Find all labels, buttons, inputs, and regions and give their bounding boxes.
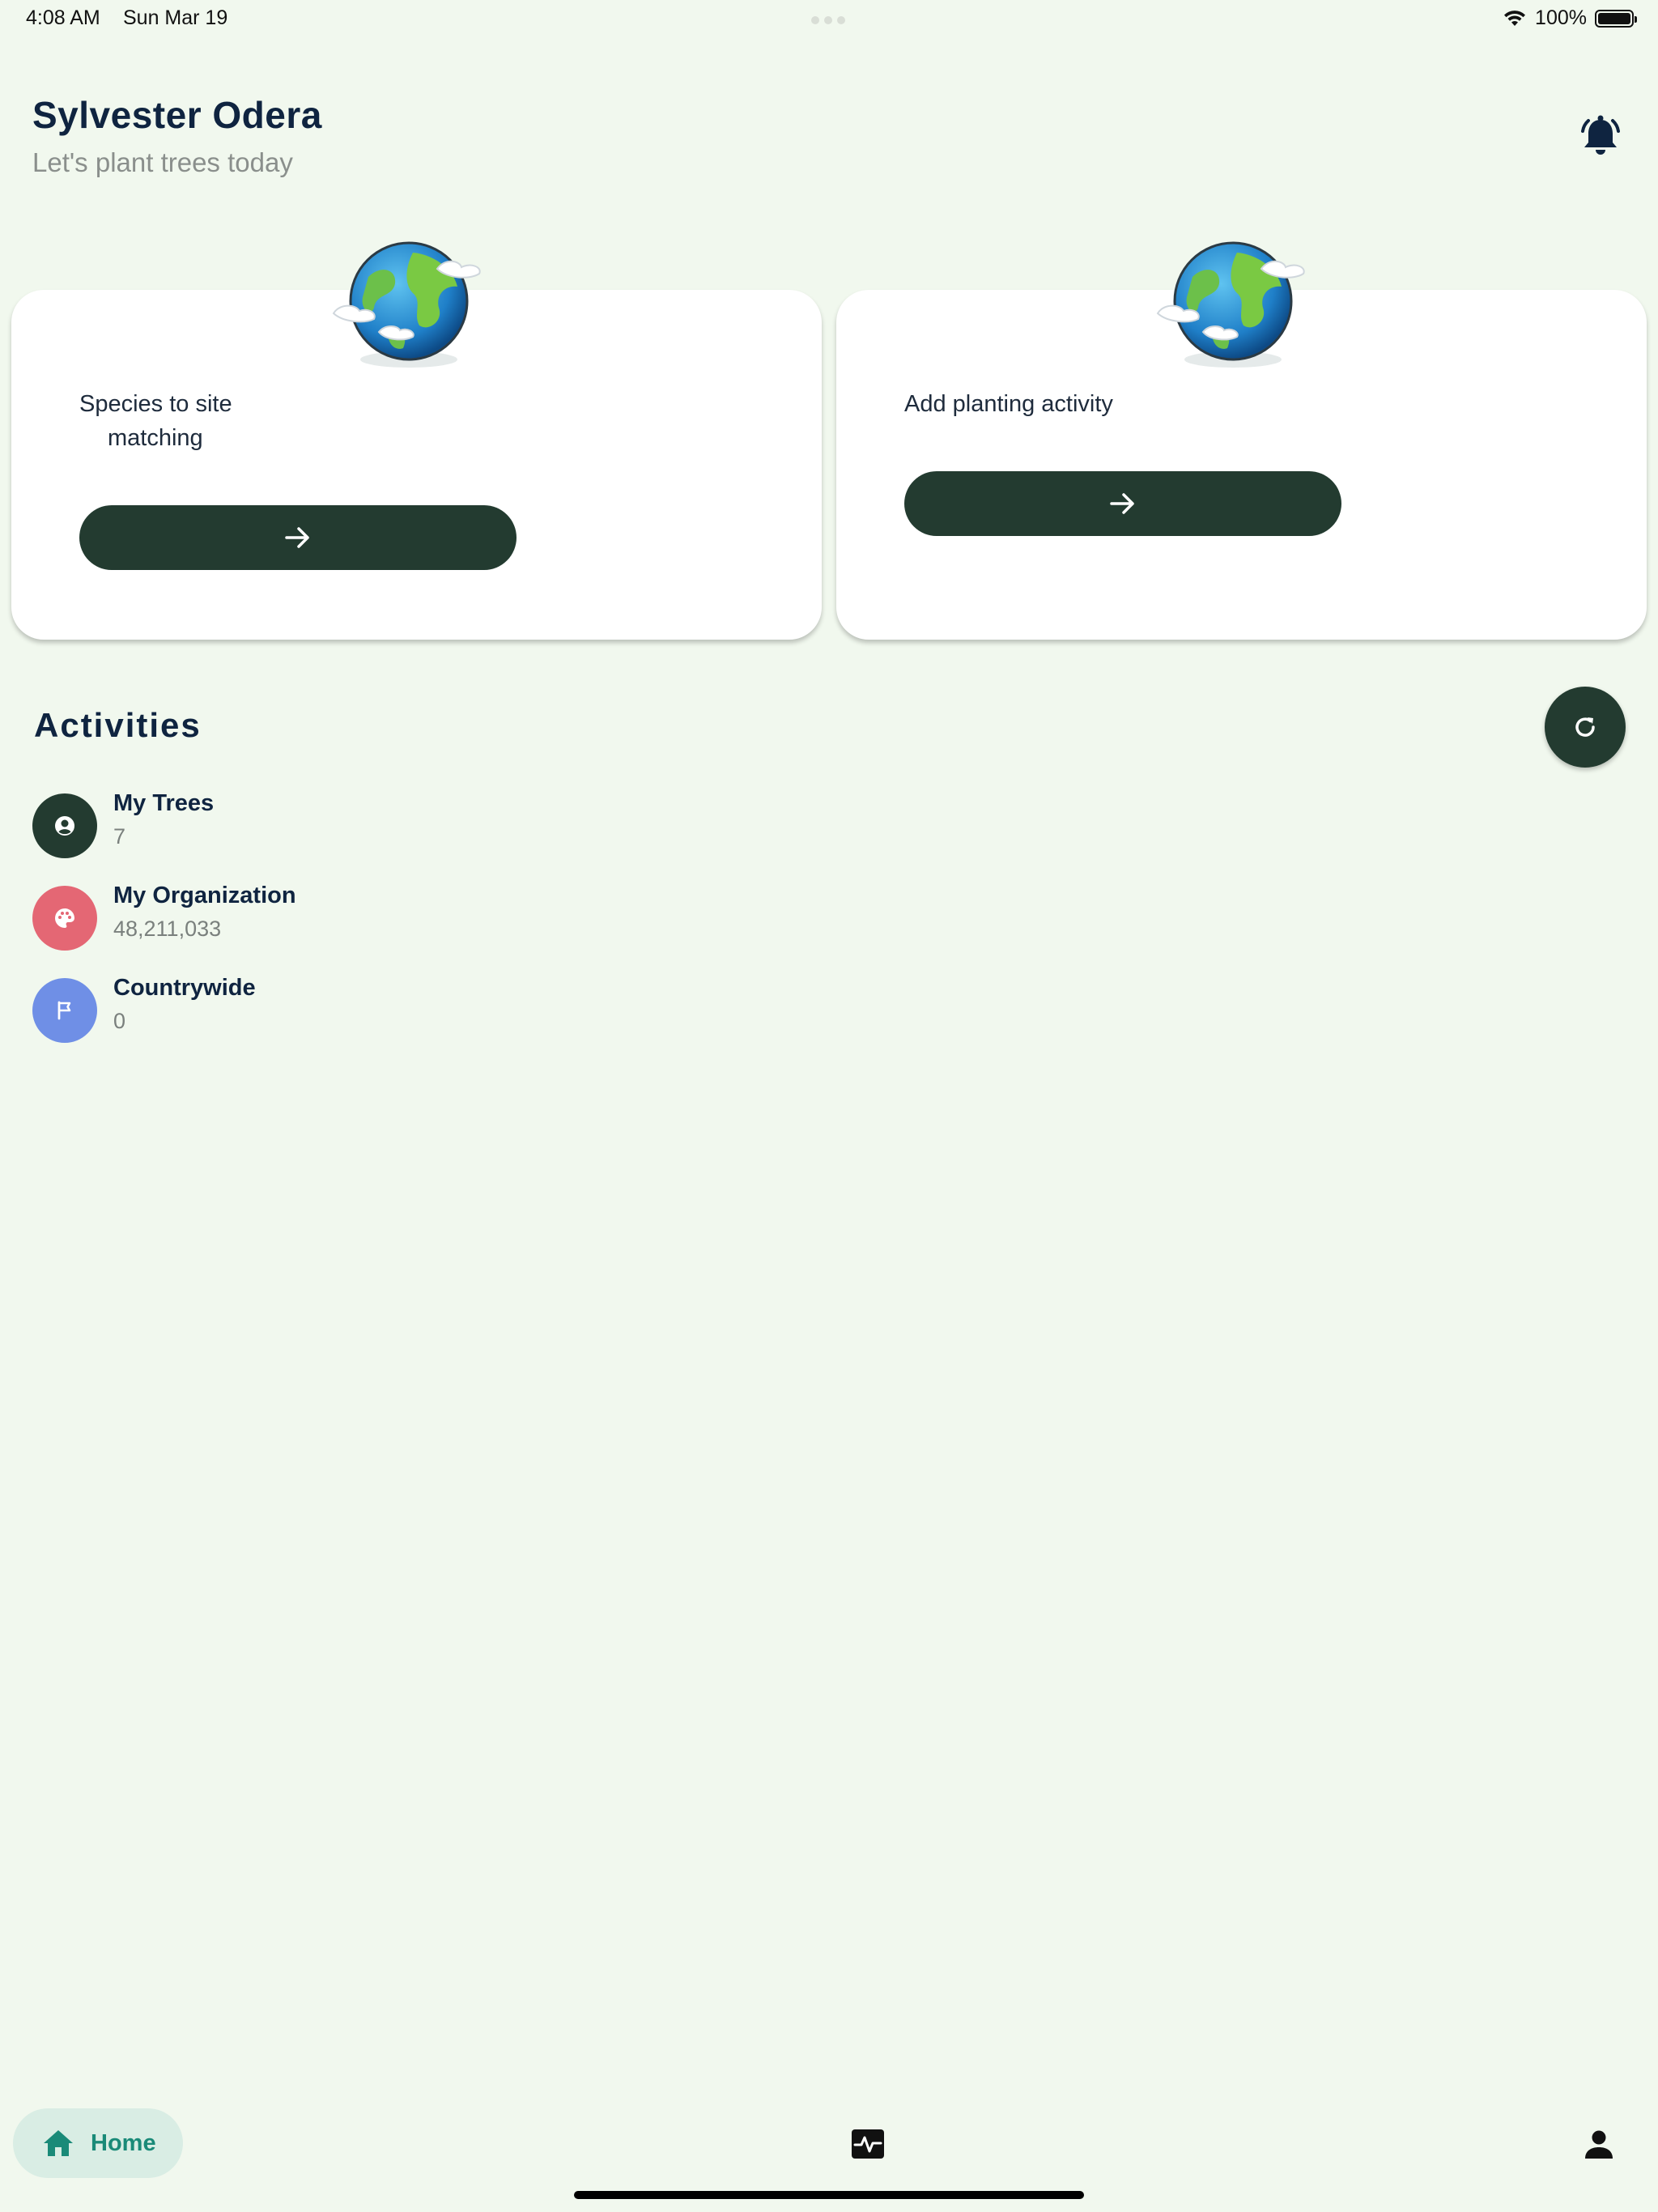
status-time: 4:08 AM [26, 6, 100, 29]
arrow-right-icon [1110, 493, 1134, 514]
battery-percent: 100% [1535, 6, 1587, 29]
activity-label: My Trees [113, 790, 215, 816]
home-icon [44, 2130, 73, 2156]
activity-icon-bg [32, 978, 97, 1043]
flag-icon [57, 1001, 71, 1020]
globe-icon [1156, 241, 1305, 368]
card-title-line2: matching [108, 425, 203, 451]
activities-heading: Activities [34, 706, 202, 744]
card-title-line1: Species to site [79, 391, 232, 417]
refresh-button[interactable] [1545, 687, 1626, 768]
arrow-right-icon [285, 527, 309, 548]
globe-icon [332, 241, 481, 368]
activity-value: 0 [113, 1009, 126, 1033]
card-title: Species to site matching [79, 387, 322, 455]
home-indicator[interactable] [574, 2191, 1084, 2199]
multitasking-dots[interactable] [811, 16, 845, 24]
activity-value: 7 [113, 824, 126, 849]
activity-value: 48,211,033 [113, 917, 222, 941]
greeting-subtitle: Let's plant trees today [32, 147, 293, 177]
activity-monitor-icon[interactable] [850, 2128, 886, 2160]
activity-label: Countrywide [113, 975, 256, 1001]
refresh-icon [1575, 717, 1595, 737]
bell-icon[interactable] [1575, 112, 1626, 162]
activity-label: My Organization [113, 883, 296, 908]
wifi-icon [1504, 10, 1526, 26]
home-screen: 4:08 AM Sun Mar 19 100% Sylvester Odera … [0, 0, 1658, 2212]
status-bar: 4:08 AM Sun Mar 19 100% [0, 0, 1658, 39]
activity-icon-bg [32, 886, 97, 951]
palette-icon [55, 908, 74, 928]
user-circle-icon [55, 816, 74, 836]
status-indicators: 100% [1503, 6, 1637, 30]
user-name: Sylvester Odera [32, 94, 322, 136]
nav-home-tab[interactable]: Home [13, 2108, 183, 2178]
species-matching-go-button[interactable] [79, 505, 517, 570]
activity-icon-bg [32, 793, 97, 858]
nav-home-label: Home [91, 2129, 156, 2156]
card-title: Add planting activity [904, 391, 1113, 417]
person-icon[interactable] [1584, 2129, 1614, 2160]
battery-icon [1595, 9, 1637, 28]
status-date: Sun Mar 19 [123, 6, 228, 29]
add-planting-go-button[interactable] [904, 471, 1341, 536]
